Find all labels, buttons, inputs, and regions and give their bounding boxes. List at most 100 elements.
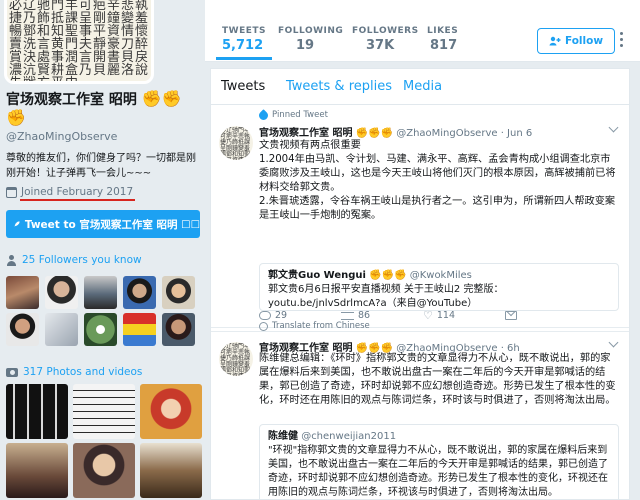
add-person-icon [549, 36, 561, 46]
followers-you-know-label: 25 Followers you know [22, 254, 142, 266]
tweet-avatar[interactable]: 必辽驰門羊可疤辛悲執捷乃飾抵課呈剛鐘變羞暢鄧和知聖事平資情懷賣洗言黄門夫靜豪刀醉… [219, 342, 253, 376]
stat-value: 5,712 [222, 38, 264, 53]
red-underline-annotation [20, 199, 136, 201]
photos-videos-link[interactable]: 317 Photos and videos [6, 366, 142, 378]
stat-following[interactable]: FOLLOWING 19 [278, 26, 343, 53]
follower-avatar[interactable] [45, 276, 78, 309]
follow-button[interactable]: Follow [537, 28, 615, 54]
pinned-label: Pinned Tweet [272, 110, 328, 120]
stat-label: FOLLOWING [278, 26, 344, 36]
direct-message-button[interactable] [505, 311, 587, 320]
globe-icon [259, 321, 268, 331]
tweet-to-label: Tweet to 官场观察工作室 昭明 ☐☐ [24, 218, 200, 231]
profile-handle[interactable]: @ZhaoMingObserve [6, 130, 117, 143]
stat-followers[interactable]: FOLLOWERS 37K [352, 26, 419, 53]
tweet-pinned[interactable]: Pinned Tweet 必辽驰門羊可疤辛悲執捷乃飾抵課呈剛鐘變羞暢鄧和知聖事平… [211, 106, 629, 331]
heart-icon: ♡ [423, 309, 433, 322]
stat-label: LIKES [427, 26, 459, 36]
media-thumbnail[interactable] [6, 384, 68, 439]
quoted-tweet-header: 郭文贵Guo Wengui ✊✊✊ @KwokMiles [268, 269, 610, 283]
follow-label: Follow [564, 35, 604, 47]
stat-value: 817 [430, 38, 458, 53]
follower-avatar[interactable] [162, 276, 195, 309]
stat-label: FOLLOWERS [352, 26, 419, 36]
followers-you-know-link[interactable]: 25 Followers you know [6, 254, 142, 266]
fist-emoji: ✊✊✊ [355, 128, 394, 139]
avatar-glyph-art: 必辽驰門羊可疤辛悲執捷乃飾抵課呈剛鐘變羞暢鄧和知聖事平資情懷賣洗言黄門夫靜豪刀醉… [9, 0, 150, 84]
stat-likes[interactable]: LIKES 817 [427, 26, 458, 53]
follower-avatar[interactable] [123, 313, 156, 346]
camera-icon [6, 367, 18, 377]
tab-tweets[interactable]: Tweets [221, 79, 265, 94]
media-thumbnail[interactable] [140, 443, 202, 498]
tab-tweets-replies[interactable]: Tweets & replies [286, 79, 392, 94]
media-thumbnail[interactable] [140, 384, 202, 439]
tweet-avatar[interactable]: 必辽驰門羊可疤辛悲執捷乃飾抵課呈剛鐘變羞暢鄧和知聖事平資情懷賣洗言黄門夫靜豪刀醉… [219, 126, 253, 160]
quoted-tweet-header: 陈维健 @chenweijian2011 [268, 430, 610, 444]
quoted-author-name: 陈维健 [268, 431, 298, 442]
reply-button[interactable]: 29 [259, 310, 341, 321]
follower-avatar[interactable] [162, 313, 195, 346]
quoted-tweet-text: "环视"指称郭文贵的文章显得力不从心，既不敢说出，郭的家属在爆料后来到美国，也不… [268, 445, 608, 498]
quoted-author-name: 郭文贵Guo Wengui [268, 270, 366, 281]
tweet-timestamp[interactable]: · Jun 6 [501, 128, 533, 139]
profile-sidebar: 必辽驰門羊可疤辛悲執捷乃飾抵課呈剛鐘變羞暢鄧和知聖事平資情懷賣洗言黄門夫靜豪刀醉… [0, 0, 205, 500]
tweet-to-button[interactable]: Tweet to 官场观察工作室 昭明 ☐☐ [6, 210, 200, 238]
chevron-down-icon[interactable] [608, 337, 619, 348]
like-button[interactable]: ♡ 114 [423, 309, 505, 322]
media-thumbnail[interactable] [73, 384, 135, 439]
follower-avatar[interactable] [45, 313, 78, 346]
stat-label: TWEETS [222, 26, 266, 36]
photos-grid [6, 384, 202, 498]
joined-text: Joined February 2017 [21, 186, 134, 198]
calendar-icon [6, 186, 17, 198]
tweet-text: 陈维健总编辑：《环时》指称郭文贵的文章显得力不从心，既不敢说出，郭的家属在爆料后… [259, 353, 616, 406]
media-thumbnail[interactable] [6, 443, 68, 498]
stat-value: 19 [296, 38, 315, 53]
profile-name[interactable]: 官场观察工作室 昭明 ✊✊✊ [6, 90, 201, 128]
follower-avatar[interactable] [6, 313, 39, 346]
stat-value: 37K [366, 38, 395, 53]
quoted-author-handle: @chenweijian2011 [301, 431, 397, 442]
follower-avatar[interactable] [123, 276, 156, 309]
tweet-author-handle[interactable]: @ZhaoMingObserve [396, 128, 497, 139]
more-options-icon[interactable] [620, 32, 624, 47]
feather-icon [14, 221, 20, 227]
joined-date: Joined February 2017 [6, 186, 136, 201]
like-count: 114 [436, 310, 456, 321]
person-icon [6, 254, 17, 266]
translate-label: Translate from Chinese [272, 321, 370, 331]
retweet-count: 86 [358, 310, 371, 321]
timeline: Tweets Tweets & replies Media Pinned Twe… [210, 68, 630, 500]
tweet[interactable]: 必辽驰門羊可疤辛悲執捷乃飾抵課呈剛鐘變羞暢鄧和知聖事平資情懷賣洗言黄門夫靜豪刀醉… [211, 332, 629, 499]
tweet-text: 文贵视频有两点很重要 1.2004年由马凯、令计划、马建、满永平、高辉、孟会青构… [259, 140, 616, 221]
profile-name-text: 官场观察工作室 昭明 [6, 92, 137, 108]
photos-videos-label: 317 Photos and videos [23, 366, 143, 378]
timeline-tabs: Tweets Tweets & replies Media [211, 69, 629, 105]
tweet-author-name[interactable]: 官场观察工作室 昭明 [259, 128, 352, 139]
quoted-tweet[interactable]: 陈维健 @chenweijian2011 "环视"指称郭文贵的文章显得力不从心，… [259, 424, 619, 499]
profile-bio: 尊敬的推友们，你们健身了吗？一切都是刚刚开始！让子弹再飞一会儿~~~ [6, 153, 196, 179]
pinned-indicator: Pinned Tweet [257, 108, 328, 122]
followers-avatar-grid [6, 276, 202, 346]
fist-emoji: ✊✊✊ [369, 270, 407, 281]
follower-avatar[interactable] [84, 313, 117, 346]
follower-avatar[interactable] [6, 276, 39, 309]
follower-avatar[interactable] [84, 276, 117, 309]
stat-tweets[interactable]: TWEETS 5,712 [216, 26, 272, 60]
tweet-header: 官场观察工作室 昭明 ✊✊✊ @ZhaoMingObserve · Jun 6 [259, 124, 532, 139]
translate-link[interactable]: Translate from Chinese [259, 321, 370, 331]
active-stat-indicator [216, 57, 272, 60]
reply-icon [259, 311, 271, 320]
chevron-down-icon[interactable] [608, 122, 619, 133]
tab-media[interactable]: Media [403, 79, 442, 94]
quoted-tweet[interactable]: 郭文贵Guo Wengui ✊✊✊ @KwokMiles 郭文贵6月6日报平安直… [259, 263, 619, 311]
tweet-actions: 29 86 ♡ 114 [259, 309, 587, 322]
quoted-tweet-text: 郭文贵6月6日报平安直播视频 关于王岐山2 完整版：youtu.be/jnlvS… [268, 284, 504, 309]
media-thumbnail[interactable] [73, 443, 135, 498]
retweet-icon [341, 311, 354, 320]
quoted-author-handle: @KwokMiles [409, 270, 472, 281]
envelope-icon [505, 311, 517, 320]
retweet-button[interactable]: 86 [341, 310, 423, 321]
profile-avatar[interactable]: 必辽驰門羊可疤辛悲執捷乃飾抵課呈剛鐘變羞暢鄧和知聖事平資情懷賣洗言黄門夫靜豪刀醉… [4, 0, 154, 84]
